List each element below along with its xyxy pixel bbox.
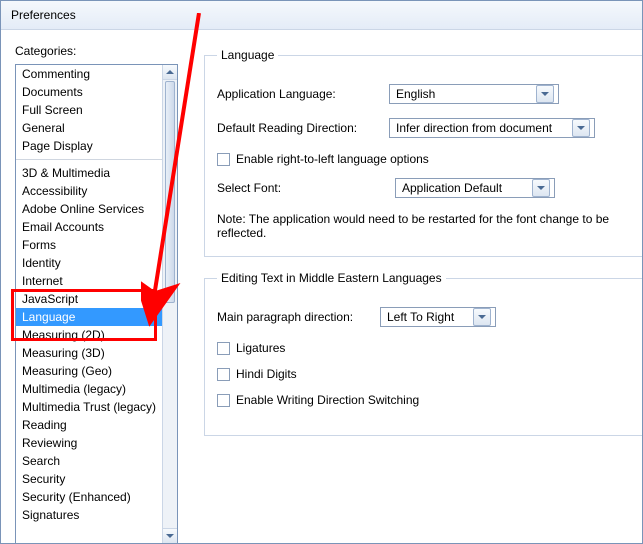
select-font-label: Select Font: <box>217 181 387 195</box>
scroll-up-button[interactable] <box>163 65 177 80</box>
rtl-checkbox[interactable] <box>217 153 230 166</box>
writing-switch-row: Enable Writing Direction Switching <box>217 393 642 407</box>
select-font-value: Application Default <box>402 181 502 195</box>
reading-direction-row: Default Reading Direction: Infer directi… <box>217 118 642 138</box>
category-item-signatures[interactable]: Signatures <box>16 506 163 524</box>
categories-scrollbar[interactable] <box>162 65 177 543</box>
category-item-search[interactable]: Search <box>16 452 163 470</box>
category-item-security[interactable]: Security <box>16 470 163 488</box>
category-item-javascript[interactable]: JavaScript <box>16 290 163 308</box>
category-item-forms[interactable]: Forms <box>16 236 163 254</box>
editing-group: Editing Text in Middle Eastern Languages… <box>204 271 642 436</box>
category-item-email-accounts[interactable]: Email Accounts <box>16 218 163 236</box>
scroll-thumb[interactable] <box>165 81 175 303</box>
app-language-row: Application Language: English <box>217 84 642 104</box>
category-item-page-display[interactable]: Page Display <box>16 137 163 155</box>
app-language-value: English <box>396 87 435 101</box>
category-item-security-enhanced-[interactable]: Security (Enhanced) <box>16 488 163 506</box>
category-item-adobe-online-services[interactable]: Adobe Online Services <box>16 200 163 218</box>
category-item-multimedia-legacy-[interactable]: Multimedia (legacy) <box>16 380 163 398</box>
editing-legend: Editing Text in Middle Eastern Languages <box>217 271 446 285</box>
category-item-3d-multimedia[interactable]: 3D & Multimedia <box>16 164 163 182</box>
app-language-label: Application Language: <box>217 87 381 101</box>
language-legend: Language <box>217 48 278 62</box>
ligatures-checkbox[interactable] <box>217 342 230 355</box>
categories-label: Categories: <box>15 44 178 58</box>
chevron-up-icon <box>166 70 174 74</box>
writing-switch-label: Enable Writing Direction Switching <box>236 393 419 407</box>
window-title: Preferences <box>1 1 642 30</box>
reading-direction-select[interactable]: Infer direction from document <box>389 118 595 138</box>
hindi-digits-row: Hindi Digits <box>217 367 642 381</box>
language-group: Language Application Language: English D… <box>204 48 642 257</box>
select-font-row: Select Font: Application Default <box>217 178 642 198</box>
category-item-reviewing[interactable]: Reviewing <box>16 434 163 452</box>
category-item-multimedia-trust-legacy-[interactable]: Multimedia Trust (legacy) <box>16 398 163 416</box>
category-item-commenting[interactable]: Commenting <box>16 65 163 83</box>
settings-panel: Language Application Language: English D… <box>186 30 642 544</box>
paragraph-direction-select[interactable]: Left To Right <box>380 307 496 327</box>
category-item-identity[interactable]: Identity <box>16 254 163 272</box>
paragraph-direction-row: Main paragraph direction: Left To Right <box>217 307 642 327</box>
dropdown-arrow-icon <box>473 308 491 326</box>
window-body: Categories: CommentingDocumentsFull Scre… <box>1 30 642 544</box>
app-language-select[interactable]: English <box>389 84 559 104</box>
category-item-language[interactable]: Language <box>16 308 163 326</box>
categories-listbox[interactable]: CommentingDocumentsFull ScreenGeneralPag… <box>15 64 178 544</box>
category-item-documents[interactable]: Documents <box>16 83 163 101</box>
dropdown-arrow-icon <box>572 119 590 137</box>
chevron-down-icon <box>166 534 174 538</box>
ligatures-row: Ligatures <box>217 341 642 355</box>
rtl-checkbox-row: Enable right-to-left language options <box>217 152 642 166</box>
paragraph-direction-label: Main paragraph direction: <box>217 310 372 324</box>
reading-direction-value: Infer direction from document <box>396 121 552 135</box>
category-item-full-screen[interactable]: Full Screen <box>16 101 163 119</box>
rtl-checkbox-label: Enable right-to-left language options <box>236 152 429 166</box>
scroll-down-button[interactable] <box>163 528 177 543</box>
dropdown-arrow-icon <box>532 179 550 197</box>
preferences-window: Preferences Categories: CommentingDocume… <box>0 0 643 544</box>
category-item-internet[interactable]: Internet <box>16 272 163 290</box>
writing-switch-checkbox[interactable] <box>217 394 230 407</box>
category-item-accessibility[interactable]: Accessibility <box>16 182 163 200</box>
paragraph-direction-value: Left To Right <box>387 310 454 324</box>
ligatures-label: Ligatures <box>236 341 285 355</box>
hindi-digits-checkbox[interactable] <box>217 368 230 381</box>
category-separator <box>16 159 163 160</box>
category-item-measuring-3d-[interactable]: Measuring (3D) <box>16 344 163 362</box>
category-item-measuring-geo-[interactable]: Measuring (Geo) <box>16 362 163 380</box>
category-item-measuring-2d-[interactable]: Measuring (2D) <box>16 326 163 344</box>
reading-direction-label: Default Reading Direction: <box>217 121 381 135</box>
select-font-select[interactable]: Application Default <box>395 178 555 198</box>
category-item-reading[interactable]: Reading <box>16 416 163 434</box>
hindi-digits-label: Hindi Digits <box>236 367 297 381</box>
dropdown-arrow-icon <box>536 85 554 103</box>
category-item-general[interactable]: General <box>16 119 163 137</box>
font-restart-note: Note: The application would need to be r… <box>217 212 642 240</box>
categories-sidebar: Categories: CommentingDocumentsFull Scre… <box>1 30 186 544</box>
